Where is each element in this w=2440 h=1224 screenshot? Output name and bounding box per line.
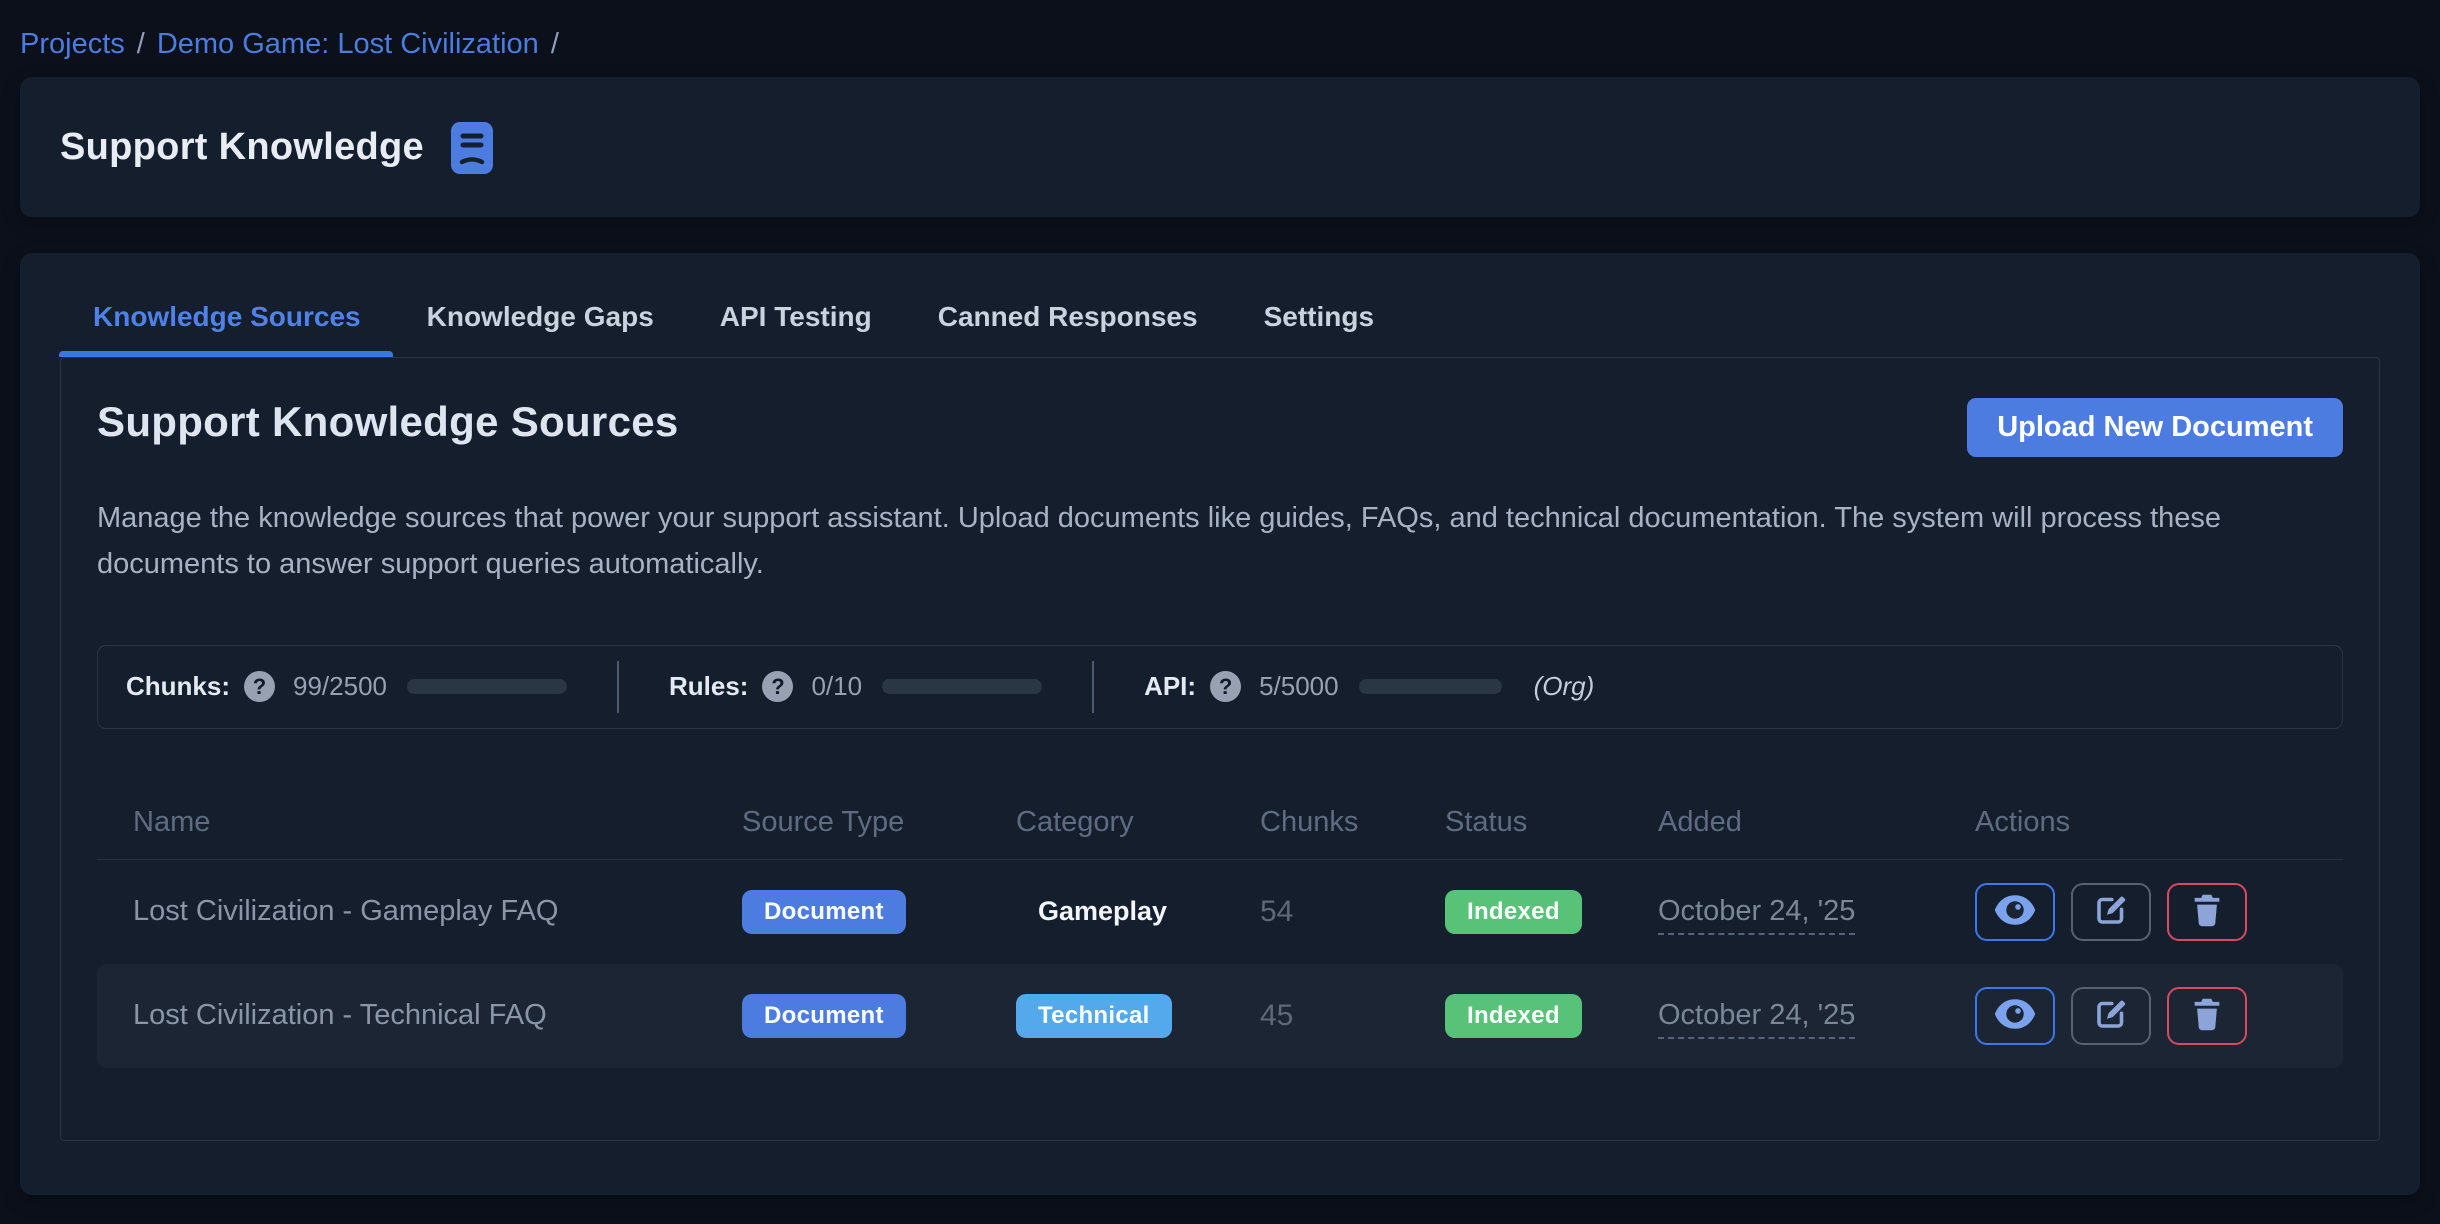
help-icon[interactable]: ? [244, 671, 275, 702]
rules-meter: Rules: ? 0/10 [659, 671, 1052, 702]
table-header-row: Name Source Type Category Chunks Status … [97, 786, 2343, 860]
main-card: Knowledge Sources Knowledge Gaps API Tes… [20, 253, 2420, 1195]
tab-knowledge-sources[interactable]: Knowledge Sources [93, 301, 361, 357]
page-header-card: Support Knowledge [20, 77, 2420, 217]
rules-label: Rules: [669, 671, 748, 702]
chunks-value: 99/2500 [293, 671, 387, 702]
edit-button[interactable] [2071, 987, 2151, 1045]
source-name: Lost Civilization - Technical FAQ [133, 999, 742, 1032]
source-type-badge: Document [742, 994, 906, 1038]
added-date[interactable]: October 24, '25 [1658, 895, 1855, 935]
api-label: API: [1144, 671, 1196, 702]
chunks-cell: 45 [1260, 999, 1445, 1033]
source-type-cell: Document [742, 994, 1016, 1038]
api-value: 5/5000 [1259, 671, 1339, 702]
actions-cell [1975, 987, 2307, 1045]
eye-icon [1992, 997, 2038, 1034]
tab-knowledge-gaps[interactable]: Knowledge Gaps [427, 301, 654, 357]
col-header-actions: Actions [1975, 806, 2307, 839]
chunks-meter: Chunks: ? 99/2500 [116, 671, 577, 702]
divider [617, 661, 619, 713]
source-type-badge: Document [742, 890, 906, 934]
category-cell: Gameplay [1016, 896, 1260, 927]
view-button[interactable] [1975, 883, 2055, 941]
source-type-cell: Document [742, 890, 1016, 934]
rules-progress-bar [882, 679, 1042, 694]
breadcrumb-link-projects[interactable]: Projects [20, 28, 125, 61]
tab-settings[interactable]: Settings [1264, 301, 1374, 357]
help-icon[interactable]: ? [762, 671, 793, 702]
col-header-source-type: Source Type [742, 806, 1016, 839]
eye-icon [1992, 893, 2038, 930]
breadcrumb: Projects / Demo Game: Lost Civilization … [0, 0, 2440, 61]
help-icon[interactable]: ? [1210, 671, 1241, 702]
breadcrumb-separator: / [551, 28, 559, 61]
col-header-category: Category [1016, 806, 1260, 839]
api-meter: API: ? 5/5000 [1134, 671, 1512, 702]
edit-button[interactable] [2071, 883, 2151, 941]
added-date[interactable]: October 24, '25 [1658, 999, 1855, 1039]
panel-heading: Support Knowledge Sources [97, 398, 679, 446]
col-header-added: Added [1658, 806, 1975, 839]
chunks-cell: 54 [1260, 895, 1445, 929]
category-badge: Technical [1016, 994, 1172, 1038]
actions-cell [1975, 883, 2307, 941]
added-cell: October 24, '25 [1658, 895, 1975, 928]
status-cell: Indexed [1445, 994, 1658, 1038]
tab-canned-responses[interactable]: Canned Responses [938, 301, 1198, 357]
api-progress-bar [1359, 679, 1502, 694]
status-badge: Indexed [1445, 994, 1582, 1038]
edit-icon [2093, 996, 2129, 1035]
trash-icon [2191, 892, 2223, 931]
tab-bar: Knowledge Sources Knowledge Gaps API Tes… [93, 301, 2380, 357]
source-name: Lost Civilization - Gameplay FAQ [133, 895, 742, 928]
view-button[interactable] [1975, 987, 2055, 1045]
upload-new-document-button[interactable]: Upload New Document [1967, 398, 2343, 457]
col-header-chunks: Chunks [1260, 806, 1445, 839]
knowledge-sources-table: Name Source Type Category Chunks Status … [97, 786, 2343, 1068]
trash-icon [2191, 996, 2223, 1035]
knowledge-sources-panel: Support Knowledge Sources Upload New Doc… [60, 357, 2380, 1141]
table-row: Lost Civilization - Technical FAQ Docume… [97, 964, 2343, 1068]
edit-icon [2093, 892, 2129, 931]
status-cell: Indexed [1445, 890, 1658, 934]
col-header-status: Status [1445, 806, 1658, 839]
category-cell: Technical [1016, 994, 1260, 1038]
delete-button[interactable] [2167, 883, 2247, 941]
status-badge: Indexed [1445, 890, 1582, 934]
table-row: Lost Civilization - Gameplay FAQ Documen… [97, 860, 2343, 964]
page-title: Support Knowledge [60, 126, 424, 169]
org-scope-label: (Org) [1534, 671, 1595, 702]
added-cell: October 24, '25 [1658, 999, 1975, 1032]
breadcrumb-link-project[interactable]: Demo Game: Lost Civilization [157, 28, 539, 61]
breadcrumb-separator: / [137, 28, 145, 61]
chunks-progress-bar [407, 679, 567, 694]
tab-api-testing[interactable]: API Testing [720, 301, 872, 357]
rules-value: 0/10 [811, 671, 862, 702]
delete-button[interactable] [2167, 987, 2247, 1045]
col-header-name: Name [133, 806, 742, 839]
chunks-label: Chunks: [126, 671, 230, 702]
panel-description: Manage the knowledge sources that power … [97, 495, 2343, 588]
book-icon [450, 121, 494, 175]
divider [1092, 661, 1094, 713]
usage-limits-bar: Chunks: ? 99/2500 Rules: ? 0/10 API: ? 5… [97, 645, 2343, 729]
